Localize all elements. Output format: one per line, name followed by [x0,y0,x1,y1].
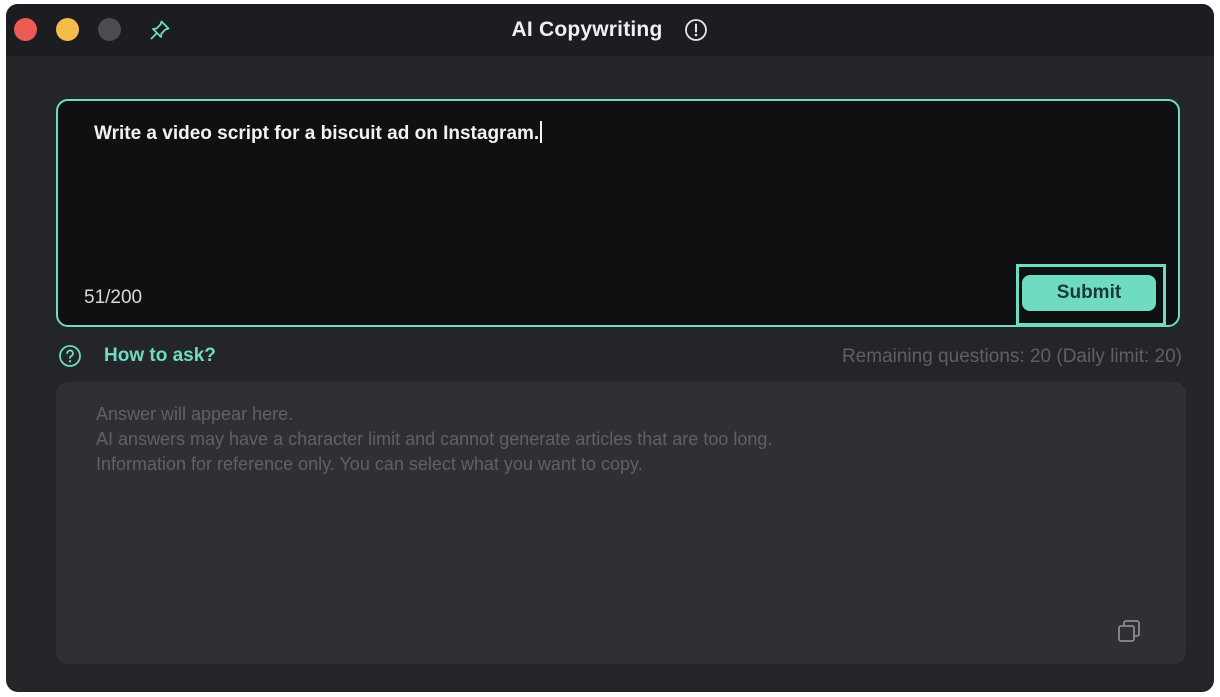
answer-placeholder-line: Answer will appear here. [96,404,294,424]
remaining-questions-text: Remaining questions: 20 (Daily limit: 20… [841,346,1182,367]
answer-placeholder-line: AI answers may have a character limit an… [96,429,773,449]
how-to-ask-link[interactable]: How to ask? [104,345,216,367]
copy-icon[interactable] [1114,616,1144,646]
prompt-text-value[interactable]: Write a video script for a biscuit ad on… [94,121,543,145]
ai-copywriting-window: AI Copywriting Write a video script for … [6,4,1214,692]
answer-placeholder-line: Information for reference only. You can … [96,454,643,474]
submit-highlight-frame: Submit [1016,264,1166,326]
character-counter: 51/200 [84,287,143,308]
question-circle-icon[interactable] [58,344,82,368]
title-bar: AI Copywriting [6,4,1214,56]
info-circle-icon[interactable] [684,18,708,42]
answer-output-area[interactable]: Answer will appear here. AI answers may … [56,382,1186,664]
window-title: AI Copywriting [511,18,663,41]
prompt-input[interactable]: Write a video script for a biscuit ad on… [56,99,1180,327]
title-group: AI Copywriting [6,4,1214,56]
text-caret [540,121,543,143]
submit-button[interactable]: Submit [1022,275,1156,311]
help-row: How to ask? [58,341,216,371]
answer-placeholder: Answer will appear here. AI answers may … [96,402,772,477]
